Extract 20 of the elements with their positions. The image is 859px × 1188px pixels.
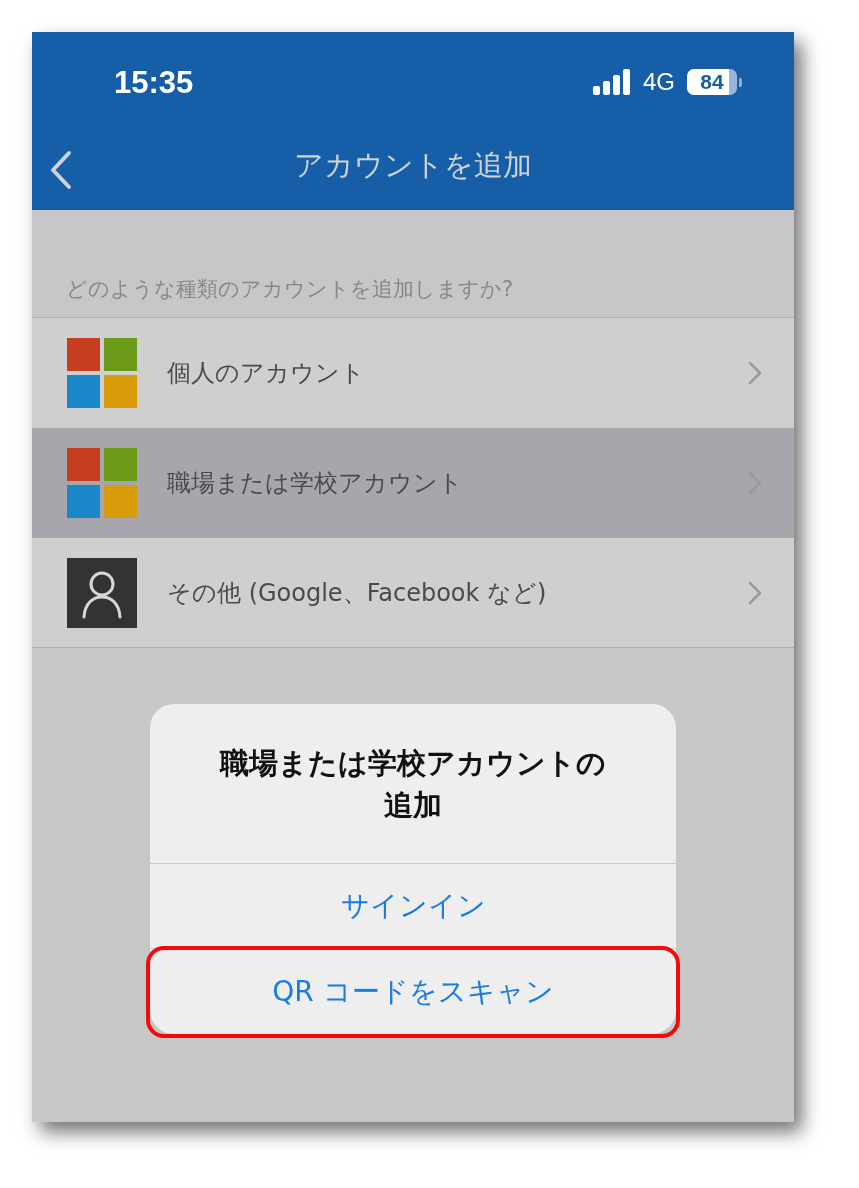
account-type-label: 個人のアカウント: [167, 358, 365, 389]
signal-icon: [593, 69, 631, 95]
account-type-item[interactable]: その他 (Google、Facebook など): [32, 538, 794, 648]
dialog-action-button[interactable]: サインイン: [150, 864, 676, 949]
status-time: 15:35: [114, 65, 194, 101]
account-type-label: 職場または学校アカウント: [167, 468, 463, 499]
four-squares-icon: [67, 448, 137, 518]
account-type-item[interactable]: 個人のアカウント: [32, 318, 794, 428]
battery-percent: 84: [687, 69, 737, 95]
person-icon: [67, 557, 137, 628]
dialog-action-button[interactable]: QR コードをスキャン: [150, 949, 676, 1034]
four-squares-icon: [67, 338, 137, 408]
account-type-label: その他 (Google、Facebook など): [167, 577, 547, 609]
network-label: 4G: [643, 68, 675, 96]
chevron-right-icon: [748, 361, 762, 385]
screen-title: アカウントを追加: [294, 147, 532, 184]
section-header: どのような種類のアカウントを追加しますか?: [66, 276, 514, 303]
chevron-right-icon: [748, 580, 762, 605]
dialog-title: 職場または学校アカウントの追加: [218, 745, 607, 824]
account-type-item[interactable]: 職場または学校アカウント: [32, 428, 794, 538]
